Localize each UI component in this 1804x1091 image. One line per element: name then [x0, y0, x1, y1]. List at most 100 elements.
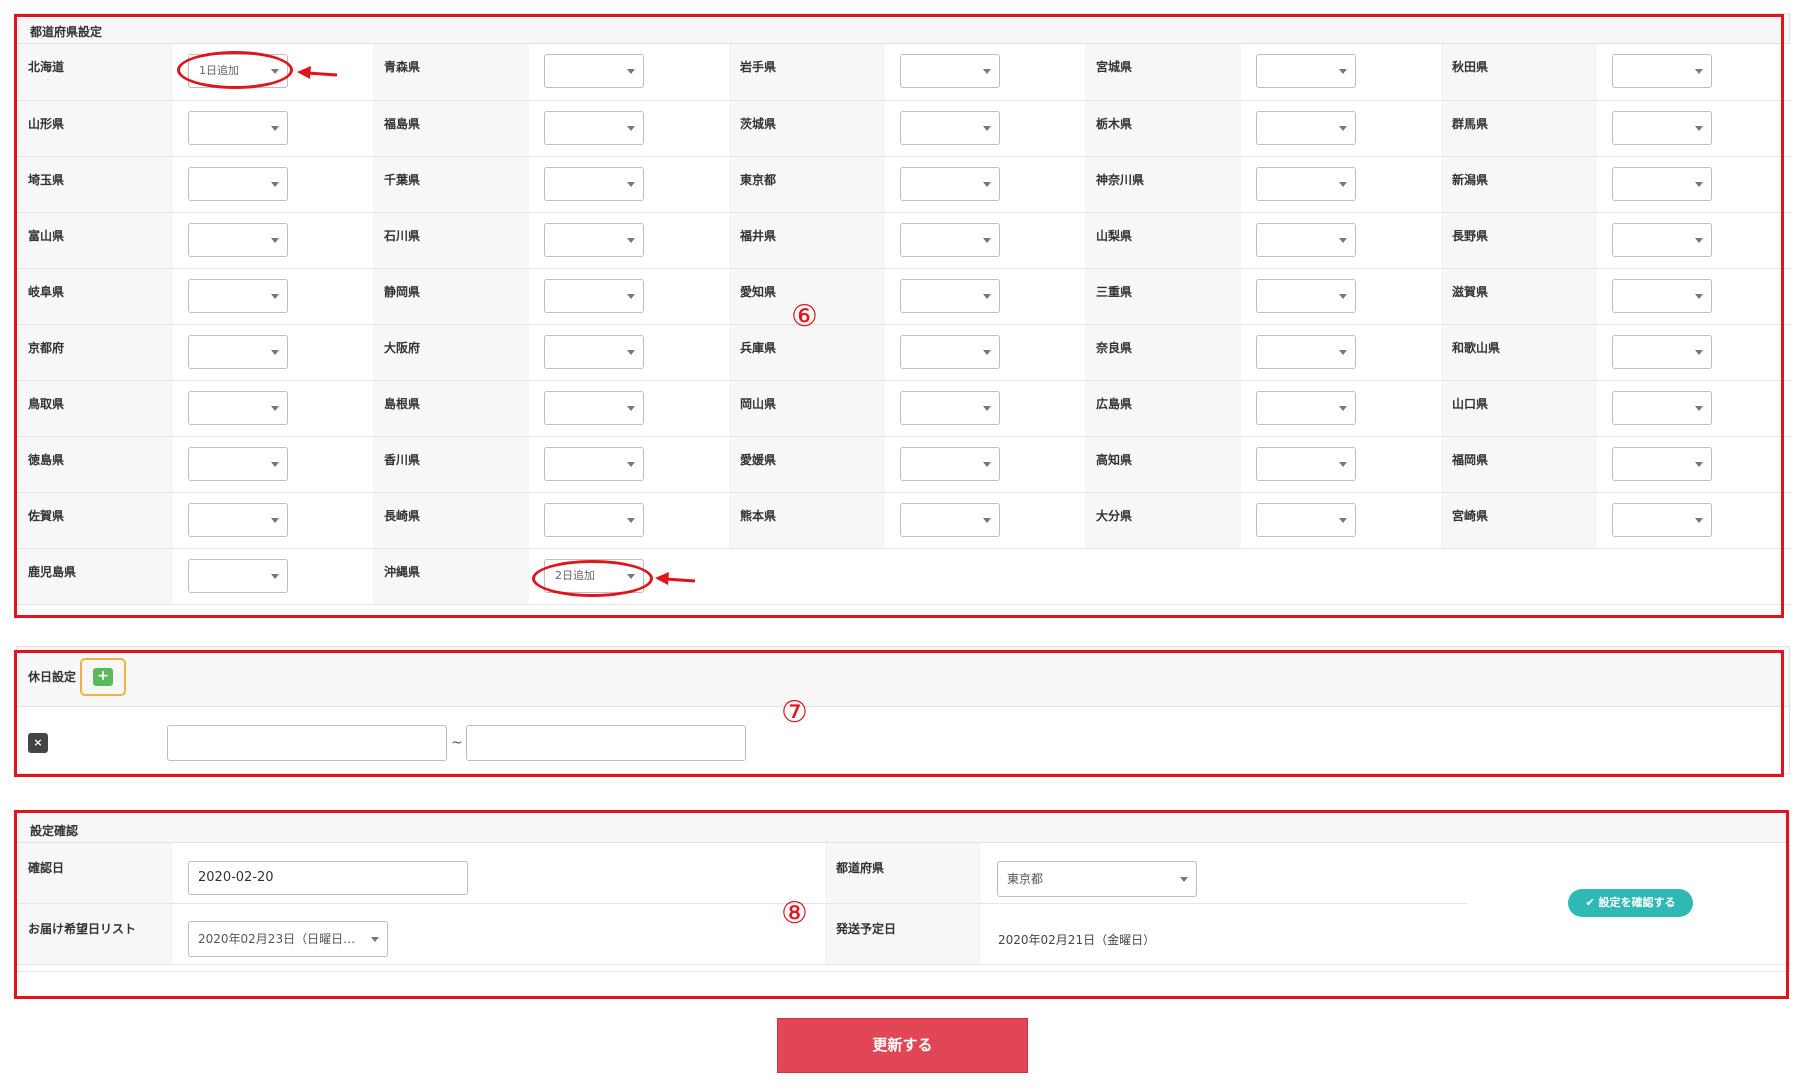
prefecture-select-cell [1597, 156, 1791, 213]
prefecture-select-cell [1597, 380, 1791, 437]
extra-days-select[interactable] [1612, 390, 1712, 425]
prefecture-label: 宮崎県 [1441, 492, 1597, 549]
extra-days-select[interactable] [1256, 334, 1356, 369]
chevron-down-icon [1339, 69, 1347, 74]
prefecture-select-cell [885, 156, 1085, 213]
extra-days-select[interactable]: 1日追加 [188, 54, 288, 88]
prefecture-select-cell [885, 436, 1085, 493]
update-button[interactable]: 更新する [777, 1018, 1028, 1073]
prefecture-label: 岡山県 [729, 380, 885, 437]
extra-days-select[interactable] [900, 166, 1000, 201]
chevron-down-icon [627, 293, 635, 299]
extra-days-select[interactable] [1256, 502, 1356, 537]
range-separator: ~ [451, 735, 463, 751]
extra-days-select[interactable] [544, 54, 644, 88]
extra-days-select[interactable] [1612, 54, 1712, 88]
extra-days-select[interactable] [1612, 334, 1712, 369]
prefecture-label: 滋賀県 [1441, 268, 1597, 325]
prefecture-select-cell [1241, 156, 1441, 213]
confirm-settings-button[interactable]: ✔ 設定を確認する [1568, 889, 1693, 917]
extra-days-select[interactable] [188, 558, 288, 593]
desired-date-select[interactable]: 2020年02月23日（日曜日… [188, 921, 388, 957]
extra-days-select[interactable] [1256, 446, 1356, 481]
extra-days-select[interactable] [900, 54, 1000, 88]
extra-days-select[interactable] [1612, 278, 1712, 313]
extra-days-select[interactable] [188, 502, 288, 537]
prefecture-select-cell [885, 44, 1085, 101]
extra-days-select[interactable] [188, 110, 288, 145]
chevron-down-icon [1339, 405, 1347, 411]
extra-days-select[interactable] [900, 110, 1000, 145]
holiday-settings-header: 休日設定 + [17, 647, 1789, 707]
empty-cell [1597, 548, 1791, 605]
extra-days-select[interactable] [544, 278, 644, 313]
extra-days-select[interactable] [188, 390, 288, 425]
prefecture-select-cell [529, 324, 729, 381]
extra-days-select[interactable] [900, 502, 1000, 537]
prefecture-select[interactable]: 東京都 [997, 861, 1197, 897]
prefecture-select-cell [1597, 268, 1791, 325]
chevron-down-icon [1695, 405, 1703, 411]
extra-days-select[interactable] [544, 222, 644, 257]
extra-days-select[interactable] [1256, 166, 1356, 201]
prefecture-select-cell [1597, 100, 1791, 157]
extra-days-select[interactable] [1256, 110, 1356, 145]
extra-days-select[interactable] [1612, 110, 1712, 145]
prefecture-label: 三重県 [1085, 268, 1241, 325]
prefecture-select-cell [885, 268, 1085, 325]
extra-days-select[interactable] [1612, 222, 1712, 257]
extra-days-select[interactable] [1612, 502, 1712, 537]
ship-date-label: 発送予定日 [825, 904, 981, 964]
add-holiday-button[interactable]: + [80, 657, 127, 696]
chevron-down-icon [1695, 69, 1703, 74]
extra-days-select[interactable] [900, 446, 1000, 481]
extra-days-select[interactable] [1256, 222, 1356, 257]
extra-days-select[interactable] [900, 278, 1000, 313]
prefecture-select-cell [885, 212, 1085, 269]
chevron-down-icon [1339, 125, 1347, 131]
annotation-marker-6: ⑥ [791, 299, 818, 334]
extra-days-select[interactable] [544, 390, 644, 425]
desired-date-select-value: 2020年02月23日（日曜日… [198, 932, 356, 946]
extra-days-select[interactable] [188, 334, 288, 369]
prefecture-select-cell [529, 212, 729, 269]
prefecture-label: 長崎県 [373, 492, 529, 549]
check-date-input[interactable]: 2020-02-20 [188, 861, 468, 895]
extra-days-select[interactable] [1612, 166, 1712, 201]
prefecture-row: 富山県 石川県 福井県 山梨県 長野県 [17, 212, 1791, 269]
extra-days-select[interactable] [544, 110, 644, 145]
extra-days-select[interactable] [900, 334, 1000, 369]
extra-days-select[interactable] [1612, 446, 1712, 481]
prefecture-select-cell [173, 492, 373, 549]
extra-days-select[interactable] [544, 446, 644, 481]
extra-days-select[interactable] [544, 502, 644, 537]
extra-days-select[interactable] [544, 334, 644, 369]
holiday-end-input[interactable] [466, 725, 746, 761]
extra-days-select[interactable]: 2日追加 [544, 558, 644, 593]
extra-days-select[interactable] [188, 222, 288, 257]
prefecture-select-value: 東京都 [1007, 872, 1044, 886]
extra-days-select[interactable] [1256, 54, 1356, 88]
prefecture-label: 石川県 [373, 212, 529, 269]
remove-holiday-button[interactable]: × [28, 733, 48, 753]
prefecture-label: 秋田県 [1441, 44, 1597, 101]
annotation-marker-7: ⑦ [781, 695, 808, 730]
extra-days-select[interactable] [188, 278, 288, 313]
prefecture-select-cell [173, 268, 373, 325]
extra-days-select[interactable] [188, 166, 288, 201]
holiday-start-input[interactable] [167, 725, 447, 761]
prefecture-label: 静岡県 [373, 268, 529, 325]
prefecture-select-cell [1597, 212, 1791, 269]
extra-days-select[interactable] [544, 166, 644, 201]
prefecture-label: 山形県 [17, 100, 173, 157]
prefecture-row: 山形県 福島県 茨城県 栃木県 群馬県 [17, 100, 1791, 157]
extra-days-select[interactable] [900, 390, 1000, 425]
extra-days-select[interactable] [1256, 390, 1356, 425]
prefecture-label: 香川県 [373, 436, 529, 493]
prefecture-select-cell [1241, 436, 1441, 493]
extra-days-select[interactable] [188, 446, 288, 481]
extra-days-select[interactable] [1256, 278, 1356, 313]
empty-cell [1085, 548, 1241, 605]
extra-days-select[interactable] [900, 222, 1000, 257]
chevron-down-icon [271, 405, 279, 411]
